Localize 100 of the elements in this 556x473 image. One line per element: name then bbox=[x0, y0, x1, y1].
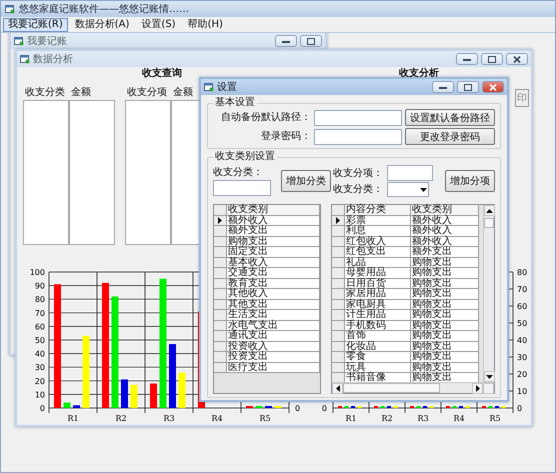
maximize-button[interactable] bbox=[481, 53, 503, 65]
table-cell: 额外收入 bbox=[411, 216, 479, 226]
table-cell: 额外支出 bbox=[411, 247, 479, 258]
axis-tick-label: 50 bbox=[517, 319, 528, 328]
scrollbar-corner bbox=[483, 383, 494, 394]
maximize-button[interactable] bbox=[457, 81, 479, 93]
axis-tick-label: 70 bbox=[517, 285, 528, 294]
dialog-title: 设置 bbox=[217, 80, 238, 94]
axis-tick-label: 30 bbox=[34, 363, 45, 372]
group-title: 收支类别设置 bbox=[214, 151, 276, 163]
field-label: 登录密码： bbox=[260, 130, 311, 143]
table-cell: 日用百货 bbox=[345, 278, 411, 289]
text-field[interactable] bbox=[314, 128, 402, 144]
minimize-button[interactable] bbox=[275, 35, 297, 47]
axis-tick-label: 40 bbox=[517, 336, 528, 345]
table-cell: 利息 bbox=[345, 226, 411, 236]
row-pointer-icon bbox=[335, 216, 341, 224]
list-box[interactable] bbox=[125, 100, 171, 245]
table-cell: 生活支出 bbox=[227, 310, 320, 320]
table-cell: 购物支出 bbox=[411, 300, 479, 310]
table-cell: 彩票 bbox=[345, 216, 411, 226]
table-cell: 投资收入 bbox=[227, 342, 320, 352]
list-box[interactable] bbox=[69, 100, 115, 245]
text-field[interactable] bbox=[213, 180, 271, 196]
table-cell: 红包收入 bbox=[345, 236, 411, 247]
field-label: 自动备份默认路径： bbox=[220, 111, 311, 124]
table-cell: 购物支出 bbox=[411, 310, 479, 320]
scrollbar-thumb[interactable] bbox=[343, 383, 440, 393]
menu-item[interactable]: 我要记账(R) bbox=[3, 18, 68, 32]
category-label: R4 bbox=[211, 414, 223, 423]
table-cell: 基本收入 bbox=[227, 258, 320, 268]
axis-tick-label: 0 bbox=[40, 404, 45, 413]
close-button[interactable] bbox=[506, 53, 528, 65]
category-label: R1 bbox=[67, 414, 79, 423]
category-label: R1 bbox=[345, 414, 357, 423]
row-selector[interactable] bbox=[214, 216, 227, 226]
column-header[interactable]: 收支类别 bbox=[227, 205, 320, 216]
maximize-button[interactable] bbox=[300, 35, 322, 47]
category-label: R3 bbox=[163, 414, 175, 423]
menu-item[interactable]: 设置(S) bbox=[136, 18, 181, 32]
table-cell: 投资支出 bbox=[227, 352, 320, 362]
axis-tick-label: 0 bbox=[322, 404, 327, 413]
menu-item[interactable]: 帮助(H) bbox=[182, 18, 228, 32]
chart-bar bbox=[121, 379, 128, 408]
row-selector[interactable] bbox=[332, 216, 345, 226]
table-cell: 额外收入 bbox=[411, 226, 479, 236]
minimize-button[interactable] bbox=[456, 53, 478, 65]
axis-tick-label: 90 bbox=[34, 282, 45, 291]
scroll-right-button[interactable] bbox=[472, 383, 483, 394]
category-label: R2 bbox=[381, 414, 393, 423]
scroll-down-button[interactable] bbox=[484, 371, 495, 382]
section-title: 收支查询 bbox=[142, 67, 182, 81]
minimize-icon bbox=[463, 58, 471, 60]
axis-tick-label: 100 bbox=[30, 268, 45, 277]
column-header[interactable]: 内容分类 bbox=[345, 205, 411, 216]
table-cell: 化妆品 bbox=[345, 342, 411, 352]
axis-tick-label: 60 bbox=[517, 302, 528, 311]
table-cell: 零食 bbox=[345, 352, 411, 362]
combo-box[interactable] bbox=[387, 182, 429, 197]
table-cell: 其他收入 bbox=[227, 289, 320, 300]
category-label: R4 bbox=[453, 414, 465, 423]
vertical-scrollbar[interactable] bbox=[483, 205, 494, 382]
menu-item[interactable]: 数据分析(A) bbox=[70, 18, 134, 32]
minimize-icon bbox=[282, 40, 290, 42]
action-button[interactable]: 设置默认备份路径 bbox=[405, 109, 495, 126]
table-cell: 额外收入 bbox=[411, 236, 479, 247]
close-button[interactable] bbox=[482, 81, 504, 93]
table-cell: 医疗支出 bbox=[227, 362, 320, 373]
up-arrow-icon bbox=[486, 208, 493, 214]
table-cell: 固定支出 bbox=[227, 247, 320, 258]
chart-bar bbox=[150, 384, 157, 408]
list-box[interactable] bbox=[23, 100, 69, 245]
text-field[interactable] bbox=[387, 165, 433, 181]
table-cell: 计生用品 bbox=[345, 310, 411, 320]
scroll-up-button[interactable] bbox=[484, 205, 495, 216]
chart-bar bbox=[130, 384, 138, 408]
text-field[interactable] bbox=[314, 110, 402, 126]
horizontal-scrollbar[interactable] bbox=[332, 382, 494, 393]
table-cell: 购物支出 bbox=[411, 331, 479, 342]
chart-bar bbox=[73, 405, 80, 408]
table-cell: 其他支出 bbox=[227, 300, 320, 310]
chart-bar bbox=[178, 372, 186, 408]
column-header[interactable]: 收支类别 bbox=[411, 205, 479, 216]
scroll-left-button[interactable] bbox=[332, 383, 343, 394]
field-label: 收支分类： bbox=[333, 183, 383, 196]
table-cell: 教育支出 bbox=[227, 278, 320, 289]
scrollbar-thumb[interactable] bbox=[484, 218, 494, 228]
add-button[interactable]: 增加分项 bbox=[445, 170, 495, 192]
action-button[interactable]: 更改登录密码 bbox=[405, 128, 495, 145]
minimize-button[interactable] bbox=[432, 81, 454, 93]
table-cell: 购物支出 bbox=[227, 236, 320, 247]
window-title: 数据分析 bbox=[33, 52, 74, 66]
close-icon bbox=[489, 84, 497, 90]
table-cell: 家居用品 bbox=[345, 289, 411, 300]
axis-tick-label: 80 bbox=[34, 295, 45, 304]
add-button[interactable]: 增加分类 bbox=[281, 170, 331, 192]
maximize-icon bbox=[464, 84, 472, 90]
group-title: 基本设置 bbox=[214, 97, 256, 109]
axis-tick-label: 20 bbox=[517, 370, 528, 379]
app-icon bbox=[204, 82, 214, 92]
